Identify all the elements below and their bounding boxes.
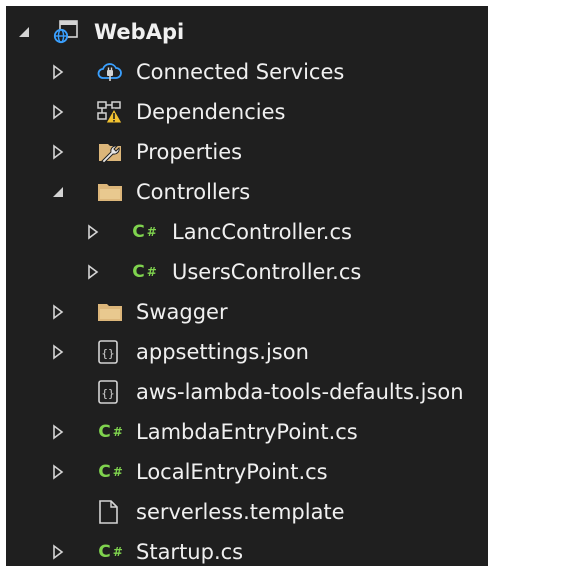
tree-item-local-entry-point[interactable]: C # LocalEntryPoint.cs — [6, 452, 488, 492]
collapsed-arrow-icon[interactable] — [50, 464, 66, 480]
collapsed-arrow-icon[interactable] — [85, 264, 101, 280]
collapsed-arrow-icon[interactable] — [85, 224, 101, 240]
tree-item-swagger[interactable]: Swagger — [6, 292, 488, 332]
tree-item-label: Dependencies — [136, 100, 286, 124]
folder-icon — [98, 184, 122, 201]
tree-item-label: LocalEntryPoint.cs — [136, 460, 328, 484]
tree-item-label: Swagger — [136, 300, 228, 324]
collapsed-arrow-icon[interactable] — [50, 64, 66, 80]
svg-text:{}: {} — [101, 347, 114, 360]
properties-wrench-icon — [99, 144, 121, 164]
tree-item-lambda-entry-point[interactable]: C # LambdaEntryPoint.cs — [6, 412, 488, 452]
tree-item-label: Connected Services — [136, 60, 345, 84]
csharp-file-icon: C # — [132, 222, 158, 242]
tree-item-appsettings[interactable]: {} appsettings.json — [6, 332, 488, 372]
collapsed-arrow-icon[interactable] — [50, 544, 66, 560]
tree-item-aws-lambda-tools[interactable]: {} aws-lambda-tools-defaults.json — [6, 372, 488, 412]
solution-explorer-tree: WebApi Connected Services Dependencies P… — [6, 6, 488, 566]
tree-item-users-controller[interactable]: C # UsersController.cs — [6, 252, 488, 292]
collapsed-arrow-icon[interactable] — [50, 144, 66, 160]
collapsed-arrow-icon[interactable] — [50, 424, 66, 440]
tree-item-lanc-controller[interactable]: C # LancController.cs — [6, 212, 488, 252]
collapsed-arrow-icon[interactable] — [50, 344, 66, 360]
file-icon — [99, 500, 118, 524]
tree-item-properties[interactable]: Properties — [6, 132, 488, 172]
tree-item-label: appsettings.json — [136, 340, 309, 364]
tree-item-serverless-template[interactable]: serverless.template — [6, 492, 488, 532]
csharp-file-icon: C # — [98, 542, 124, 562]
tree-item-label: WebApi — [94, 20, 185, 44]
json-file-icon: {} — [98, 340, 118, 364]
csharp-file-icon: C # — [98, 422, 124, 442]
svg-text:{}: {} — [101, 387, 114, 400]
collapsed-arrow-icon[interactable] — [50, 104, 66, 120]
screenshot-canvas: WebApi Connected Services Dependencies P… — [0, 0, 570, 567]
expanded-arrow-icon[interactable] — [16, 24, 32, 40]
tree-item-startup[interactable]: C # Startup.cs — [6, 532, 488, 566]
tree-item-controllers[interactable]: Controllers — [6, 172, 488, 212]
tree-item-label: Controllers — [136, 180, 251, 204]
dependencies-warning-icon — [97, 101, 123, 124]
tree-item-label: aws-lambda-tools-defaults.json — [136, 380, 464, 404]
tree-item-label: serverless.template — [136, 500, 345, 524]
connected-services-icon — [97, 63, 122, 81]
tree-item-label: Startup.cs — [136, 540, 244, 564]
tree-item-label: LambdaEntryPoint.cs — [136, 420, 358, 444]
collapsed-arrow-icon[interactable] — [50, 304, 66, 320]
web-project-icon — [53, 20, 78, 44]
tree-item-dependencies[interactable]: Dependencies — [6, 92, 488, 132]
tree-item-connected-services[interactable]: Connected Services — [6, 52, 488, 92]
expanded-arrow-icon[interactable] — [50, 184, 66, 200]
csharp-file-icon: C # — [132, 262, 158, 282]
tree-item-label: UsersController.cs — [172, 260, 362, 284]
tree-item-label: LancController.cs — [172, 220, 352, 244]
tree-item-webapi-project[interactable]: WebApi — [6, 12, 488, 52]
json-file-icon: {} — [98, 380, 118, 404]
folder-icon — [98, 304, 122, 321]
tree-item-label: Properties — [136, 140, 243, 164]
csharp-file-icon: C # — [98, 462, 124, 482]
